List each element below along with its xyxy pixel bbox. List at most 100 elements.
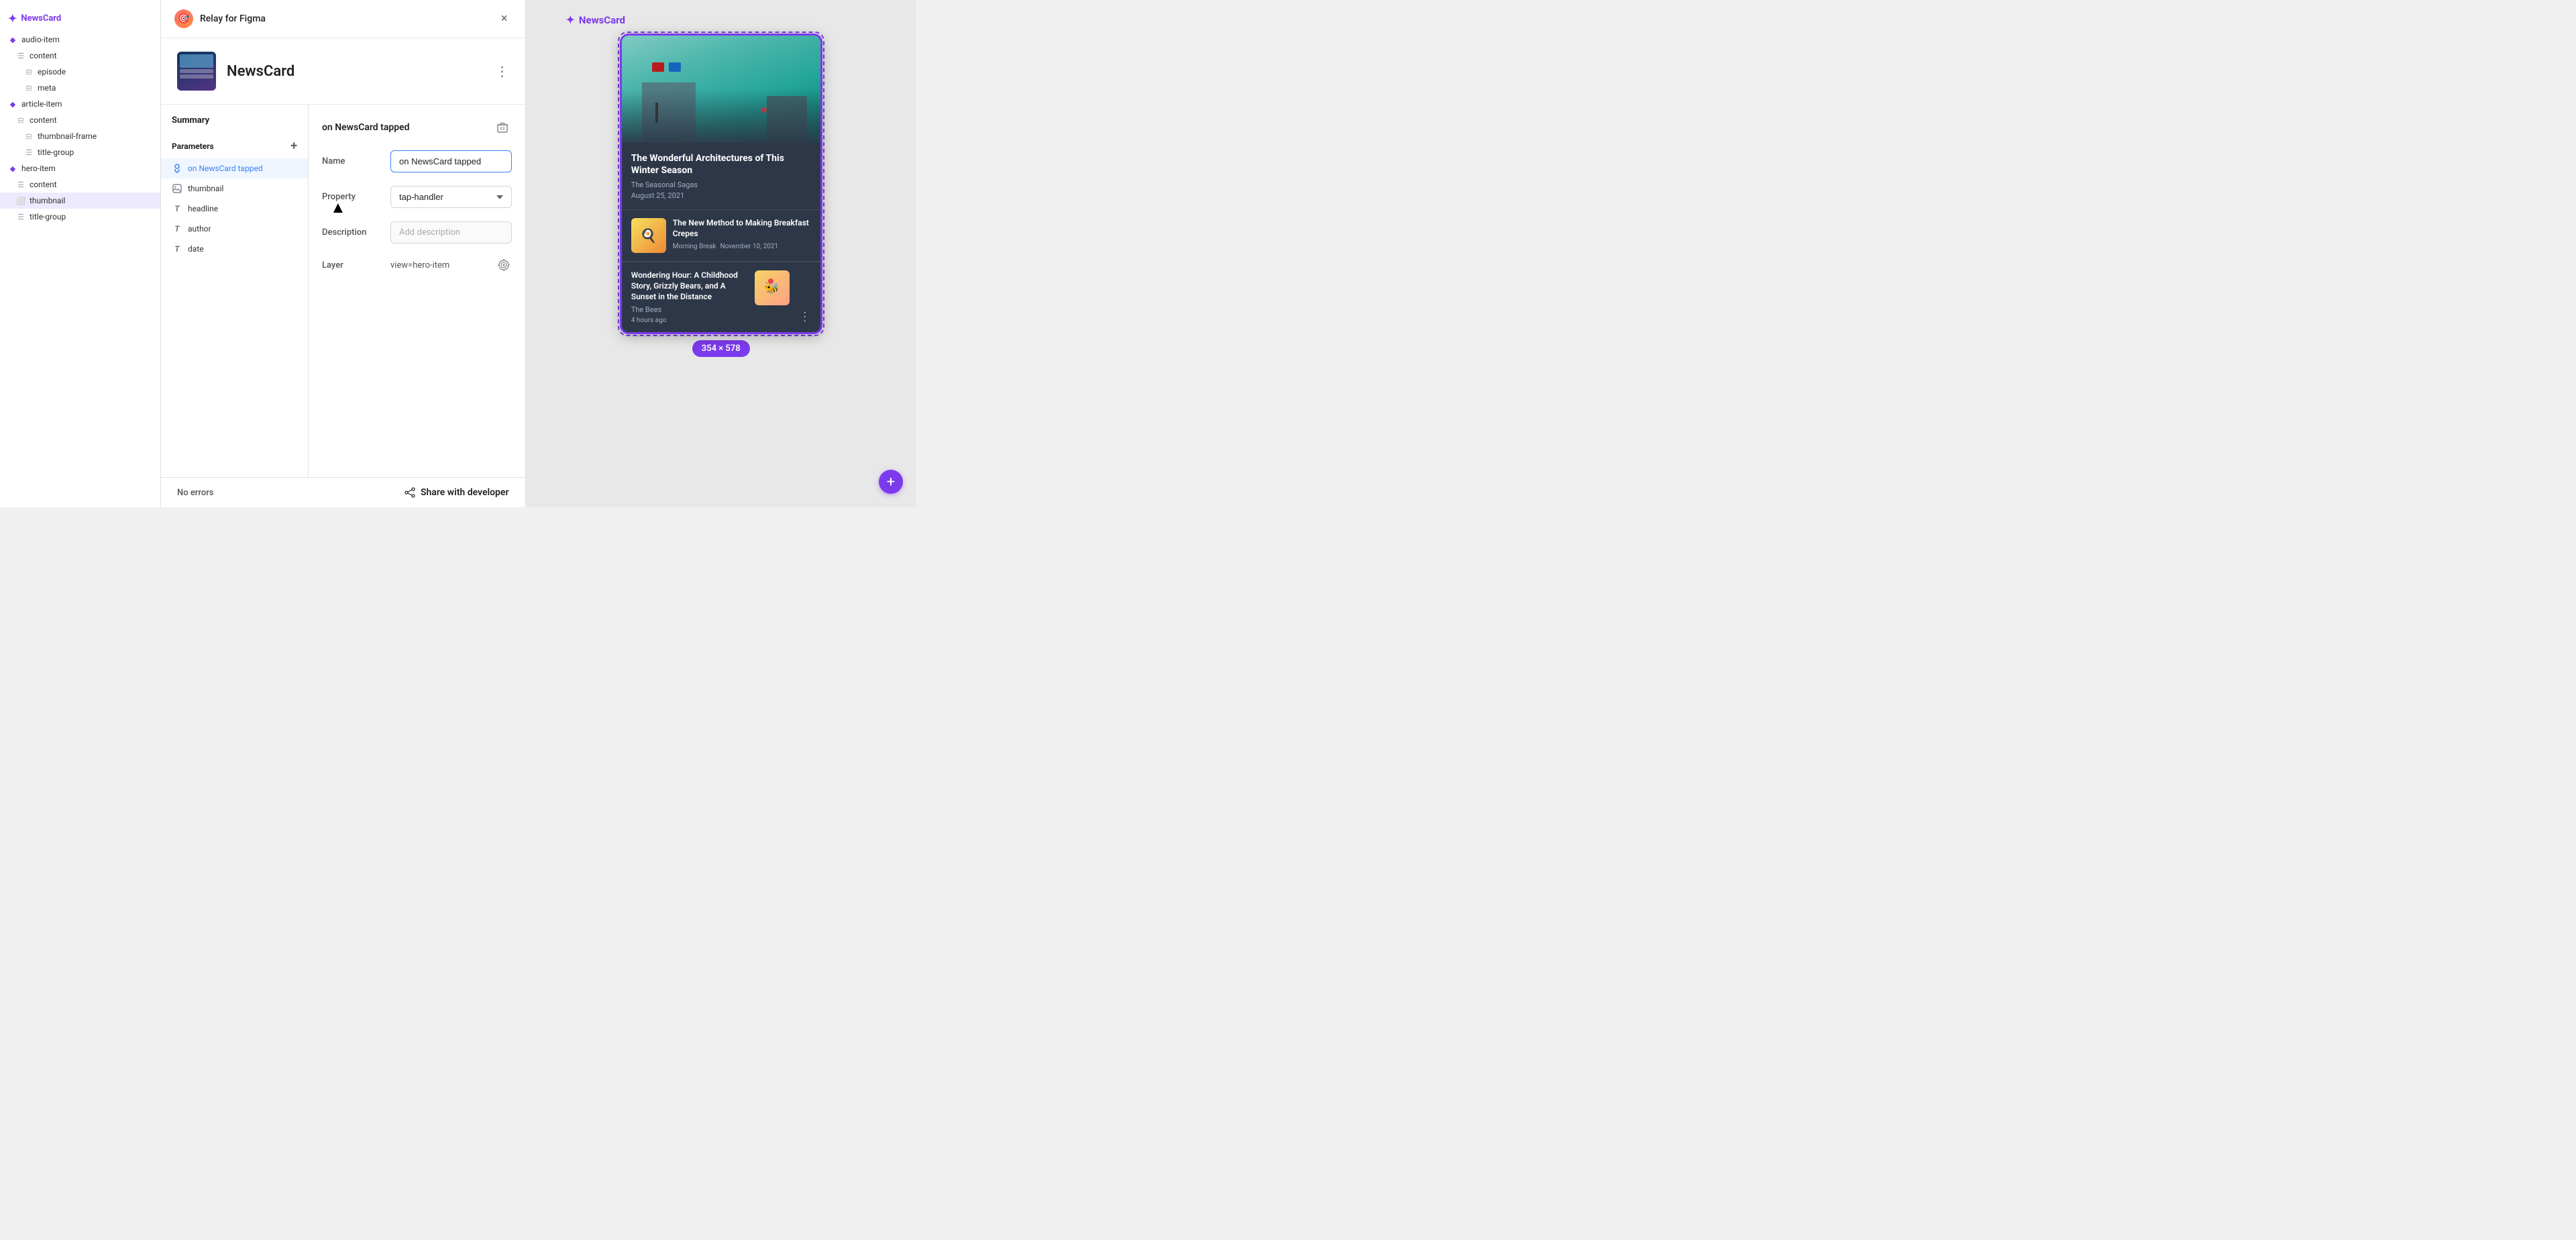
- more-options-icon[interactable]: ⋮: [799, 310, 811, 324]
- tree-item-episode[interactable]: ⊟ episode: [0, 64, 160, 80]
- text-param-icon-date: T: [172, 244, 182, 254]
- tree-label: audio-item: [21, 35, 60, 44]
- component-thumbnail: [177, 52, 216, 91]
- delete-button[interactable]: [493, 118, 512, 137]
- param-label-author: author: [188, 224, 211, 234]
- tree-item-title-group-2[interactable]: ☰ title-group: [0, 209, 160, 225]
- tap-icon: [172, 163, 182, 174]
- no-errors-label: No errors: [177, 488, 213, 498]
- lines-icon: ☰: [16, 180, 25, 189]
- tree-item-thumbnail-frame[interactable]: ⊟ thumbnail-frame: [0, 128, 160, 144]
- param-label-thumbnail: thumbnail: [188, 184, 223, 193]
- tree-label: meta: [38, 83, 56, 93]
- name-label: Name: [322, 156, 382, 166]
- more-options-button[interactable]: ⋮: [496, 63, 509, 79]
- article-date-1: November 10, 2021: [720, 243, 778, 250]
- middle-panel: 🎯 Relay for Figma × NewsCard ⋮ Summary P…: [161, 0, 526, 507]
- close-button[interactable]: ×: [497, 11, 512, 26]
- tree-item-thumbnail[interactable]: ⬜ thumbnail: [0, 193, 160, 209]
- add-component-button[interactable]: +: [879, 470, 903, 494]
- tree-item-hero-item[interactable]: ◆ hero-item: [0, 160, 160, 176]
- detail-section: on NewsCard tapped Name: [309, 105, 525, 477]
- target-icon[interactable]: [496, 257, 512, 273]
- detail-row-property: Property tap-handler: [322, 186, 512, 208]
- newscard-preview[interactable]: The Wonderful Architectures of This Wint…: [621, 34, 822, 333]
- left-panel-title: ✦ NewsCard: [0, 8, 160, 32]
- tree-label: episode: [38, 67, 66, 76]
- tree-label: title-group: [30, 212, 66, 221]
- left-panel: ✦ NewsCard ◆ audio-item ☰ content ⊟ epis…: [0, 0, 161, 507]
- lines-icon: ☰: [16, 51, 25, 60]
- description-placeholder[interactable]: Add description: [390, 221, 512, 244]
- name-input[interactable]: [390, 150, 512, 172]
- event-title: on NewsCard tapped: [322, 122, 488, 133]
- text-param-icon-author: T: [172, 223, 182, 234]
- bars-icon: ⊟: [24, 67, 34, 76]
- diamond-icon: ◆: [8, 35, 17, 44]
- param-item-author[interactable]: T author: [161, 219, 308, 239]
- property-select-container: tap-handler: [390, 186, 512, 208]
- tree-item-audio-item[interactable]: ◆ audio-item: [0, 32, 160, 48]
- image-param-icon: [172, 183, 182, 194]
- app-name: Relay for Figma: [200, 13, 266, 24]
- diamond-icon: ◆: [8, 99, 17, 109]
- summary-title: Summary: [161, 115, 308, 134]
- share-icon: [405, 487, 415, 498]
- newscard-asterisk-icon: ✦: [8, 12, 17, 25]
- tree-item-title-group-1[interactable]: ☰ title-group: [0, 144, 160, 160]
- detail-row-description: Description Add description: [322, 221, 512, 244]
- newscard-title: ✦ NewsCard: [566, 13, 625, 26]
- param-label-date: date: [188, 244, 204, 254]
- param-item-headline[interactable]: T headline: [161, 199, 308, 219]
- article-thumb-1: 🍳: [631, 218, 666, 253]
- share-button[interactable]: Share with developer: [405, 487, 509, 498]
- params-header: Parameters +: [161, 134, 308, 158]
- detail-row-name: Name: [322, 150, 512, 172]
- left-panel-component-name: NewsCard: [21, 13, 61, 23]
- red-dot-2: [768, 278, 773, 284]
- relay-logo: 🎯: [174, 9, 193, 28]
- text-param-icon-headline: T: [172, 203, 182, 214]
- add-parameter-button[interactable]: +: [290, 139, 297, 153]
- tree-label: content: [30, 51, 57, 60]
- event-header: on NewsCard tapped: [322, 118, 512, 137]
- tree-label: content: [30, 115, 57, 125]
- tree-item-content-2[interactable]: ⊟ content: [0, 112, 160, 128]
- param-item-tap[interactable]: on NewsCard tapped: [161, 158, 308, 178]
- description-label: Description: [322, 227, 382, 238]
- parameters-label: Parameters: [172, 142, 214, 151]
- newscard-title-text: NewsCard: [579, 14, 625, 26]
- bars-icon: ⊟: [16, 115, 25, 125]
- article-item-1[interactable]: 🍳 The New Method to Making Breakfast Cre…: [622, 210, 820, 262]
- summary-section: Summary Parameters + on NewsCard tapped: [161, 105, 309, 477]
- article-title-1: The New Method to Making Breakfast Crepe…: [673, 218, 811, 239]
- lines-icon: ☰: [24, 148, 34, 157]
- param-item-date[interactable]: T date: [161, 239, 308, 259]
- tree-label: title-group: [38, 148, 74, 157]
- tree-item-content-1[interactable]: ☰ content: [0, 48, 160, 64]
- article-info-1: The New Method to Making Breakfast Crepe…: [673, 218, 811, 250]
- last-item-time: 4 hours ago: [631, 317, 748, 324]
- param-label-headline: headline: [188, 204, 218, 213]
- component-header: NewsCard ⋮: [161, 38, 525, 105]
- property-select[interactable]: tap-handler: [390, 186, 512, 208]
- diamond-icon: ◆: [8, 164, 17, 173]
- tree-label: article-item: [21, 99, 62, 109]
- lines-icon: ⊟: [24, 132, 34, 141]
- tree-item-meta[interactable]: ⊟ meta: [0, 80, 160, 96]
- tree-item-article-item[interactable]: ◆ article-item: [0, 96, 160, 112]
- property-label: Property: [322, 192, 382, 202]
- tree-item-content-3[interactable]: ☰ content: [0, 176, 160, 193]
- bars-icon: ⊟: [24, 83, 34, 93]
- param-item-thumbnail[interactable]: thumbnail: [161, 178, 308, 199]
- hero-image: [622, 36, 820, 143]
- right-panel: ✦ NewsCard The Wonderful Ar: [526, 0, 917, 507]
- panel-footer: No errors Share with developer: [161, 477, 525, 507]
- hero-source: The Seasonal Sagas: [631, 180, 811, 189]
- last-item-title: Wondering Hour: A Childhood Story, Grizz…: [631, 270, 748, 302]
- newscard-preview-wrapper: The Wonderful Architectures of This Wint…: [621, 34, 822, 333]
- last-item-info: Wondering Hour: A Childhood Story, Grizz…: [631, 270, 748, 324]
- last-news-item[interactable]: Wondering Hour: A Childhood Story, Grizz…: [622, 262, 820, 332]
- image-icon: ⬜: [16, 196, 25, 205]
- param-label-tap: on NewsCard tapped: [188, 164, 263, 173]
